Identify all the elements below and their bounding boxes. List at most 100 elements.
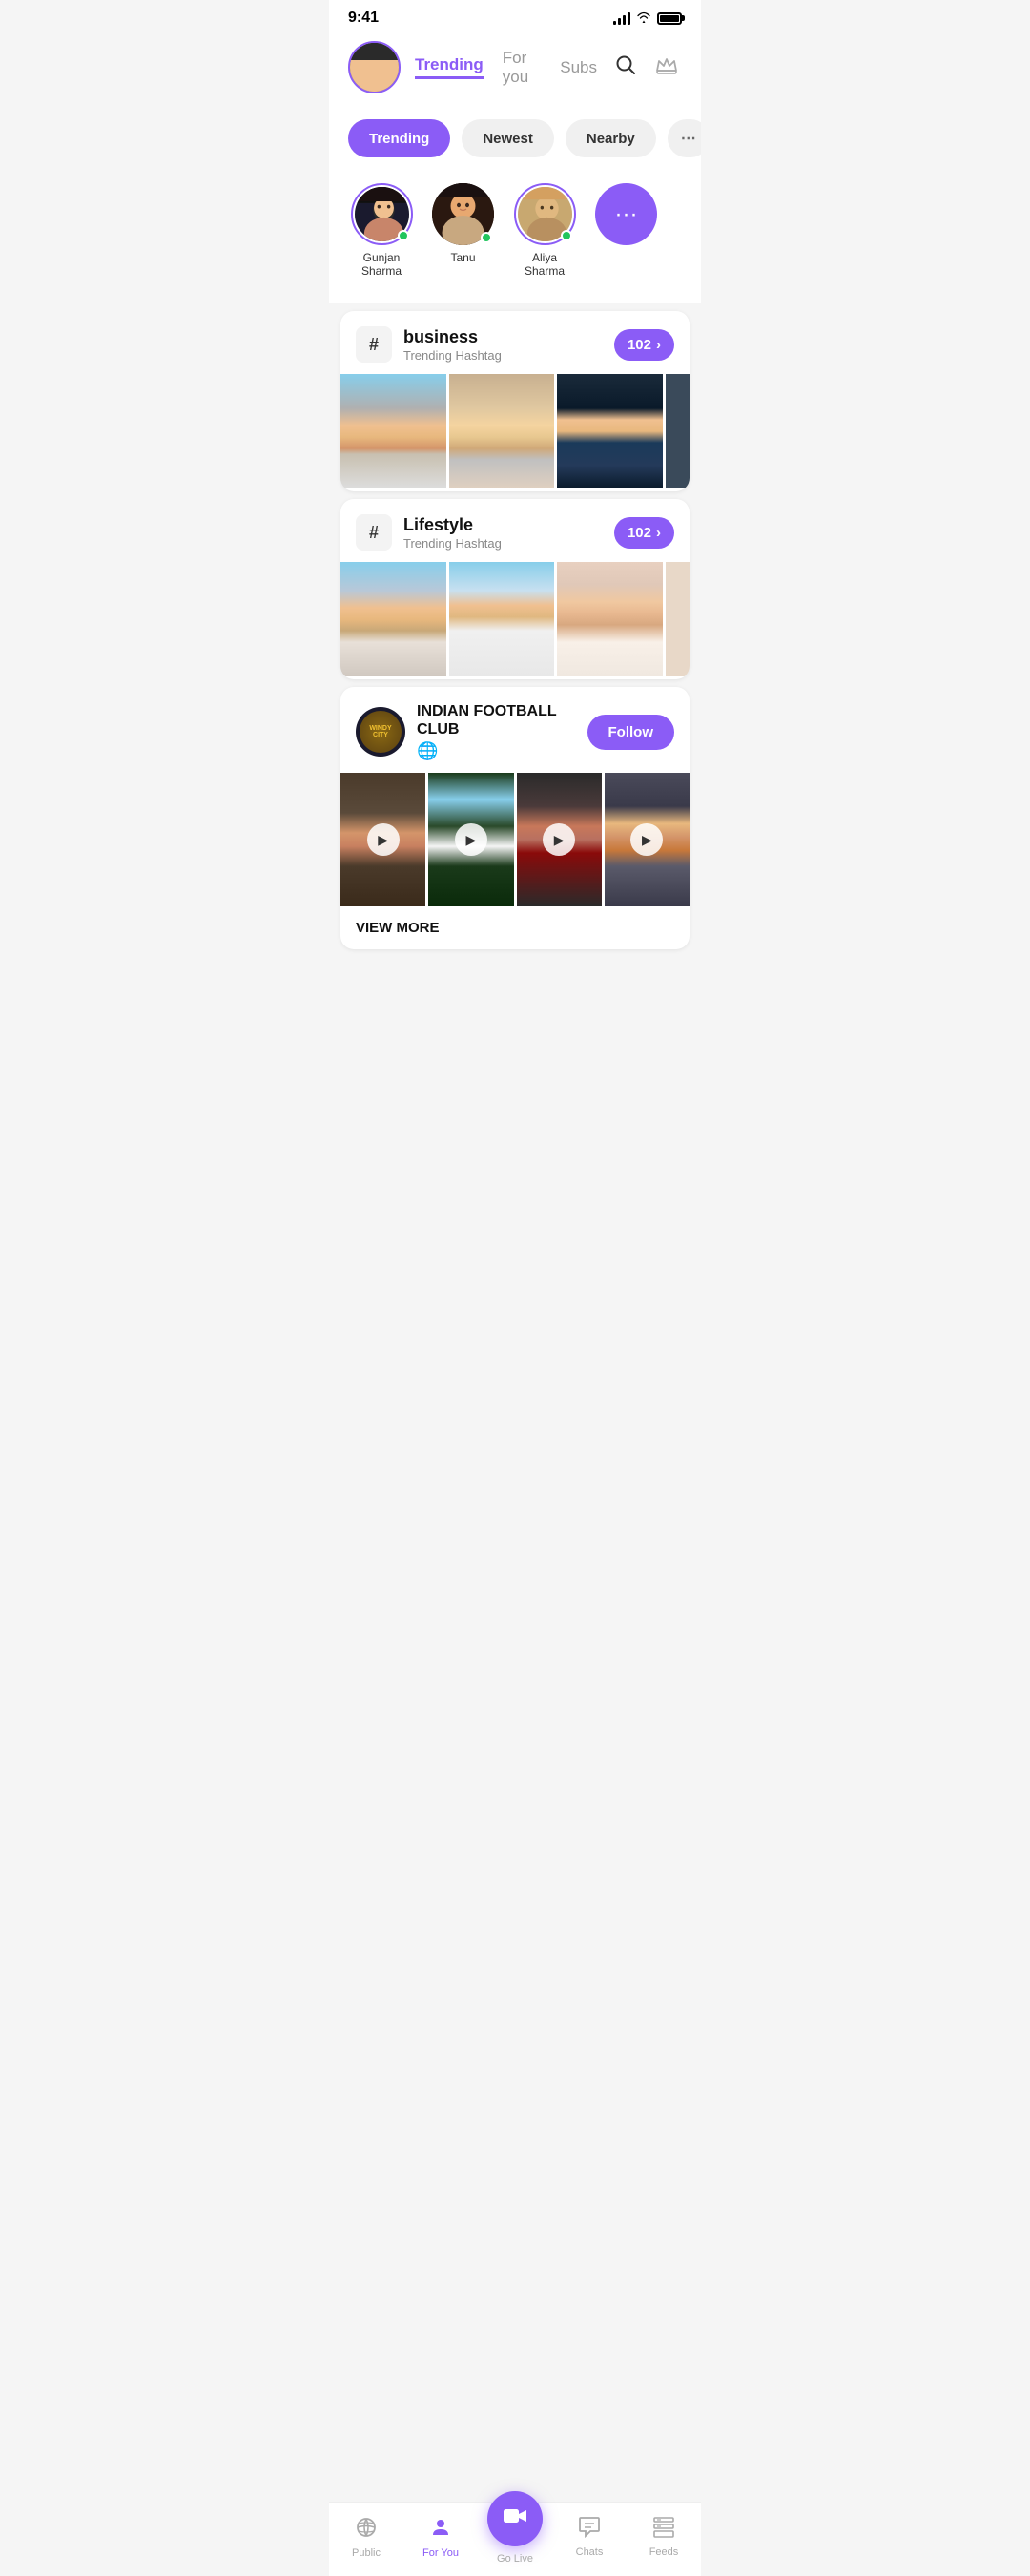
story-avatar-container-2 [432,183,494,245]
club-video-2[interactable]: ▶ [428,773,513,906]
club-name: INDIAN FOOTBALL CLUB [417,702,587,738]
hashtag-business-photos [340,374,690,491]
nav-chats[interactable]: Chats [561,2517,618,2558]
online-dot-1 [398,230,409,241]
view-more-button[interactable]: VIEW MORE [356,920,440,936]
more-label: ... [621,251,630,264]
business-photo-3[interactable] [557,374,663,488]
lifestyle-photo-2[interactable] [449,562,555,676]
follow-button[interactable]: Follow [587,715,675,750]
play-button-2[interactable]: ▶ [455,823,487,856]
nav-feeds-label: Feeds [649,2546,679,2558]
tab-subs[interactable]: Subs [560,58,597,77]
hashtag-lifestyle-count[interactable]: 102 › [614,517,674,549]
club-video-grid: ▶ ▶ ▶ ▶ [340,773,690,906]
club-video-3[interactable]: ▶ [517,773,602,906]
club-section: WINDYcity INDIAN FOOTBALL CLUB 🌐 Follow … [340,687,690,949]
crown-button[interactable] [651,52,682,84]
hashtag-business-section: # business Trending Hashtag 102 › [340,311,690,491]
play-button-1[interactable]: ▶ [367,823,400,856]
club-video-1[interactable]: ▶ [340,773,425,906]
go-live-button[interactable] [487,2491,543,2546]
status-bar: 9:41 [329,0,701,31]
hashtag-lifestyle-tag: Lifestyle [403,515,502,535]
hashtag-business-left: # business Trending Hashtag [356,326,502,363]
nav-tabs: Trending For you Subs [415,49,597,87]
hashtag-business-header: # business Trending Hashtag 102 › [340,311,690,374]
user-avatar[interactable] [348,41,401,93]
feeds-icon [653,2517,674,2544]
hashtag-lifestyle-photos [340,562,690,679]
nav-go-live[interactable]: Go Live [486,2510,544,2565]
nav-go-live-label: Go Live [497,2553,533,2565]
hashtag-business-info: business Trending Hashtag [403,327,502,363]
story-name-1: Gunjan Sharma [348,251,415,278]
story-name-2: Tanu [450,251,475,264]
hashtag-business-subtext: Trending Hashtag [403,348,502,363]
club-logo: WINDYcity [356,707,405,757]
signal-icon [613,11,630,25]
story-item-1[interactable]: Gunjan Sharma [348,183,415,278]
more-stories-button[interactable]: ··· [595,183,657,245]
status-time: 9:41 [348,10,379,27]
view-more-row: VIEW MORE [340,906,690,949]
globe-icon: 🌐 [417,741,587,761]
hashtag-lifestyle-header: # Lifestyle Trending Hashtag 102 › [340,499,690,562]
hashtag-symbol-1: # [356,326,392,363]
header-actions [611,51,682,85]
business-photo-2[interactable] [449,374,555,488]
club-header: WINDYcity INDIAN FOOTBALL CLUB 🌐 Follow [340,687,690,773]
filter-tabs: Trending Newest Nearby ⋯ [329,108,701,169]
battery-icon [657,12,682,25]
tab-for-you[interactable]: For you [503,49,541,87]
wifi-icon [636,10,651,26]
lifestyle-photo-3[interactable] [557,562,663,676]
filter-trending[interactable]: Trending [348,119,450,157]
business-photo-4[interactable] [666,374,690,488]
filter-more[interactable]: ⋯ [668,119,701,157]
nav-public-label: Public [352,2547,381,2559]
lifestyle-photo-4[interactable] [666,562,690,676]
status-icons [613,10,682,26]
story-item-3[interactable]: Aliya Sharma [511,183,578,278]
club-logo-inner: WINDYcity [360,711,402,753]
bottom-nav: Public For You Go Live [329,2502,701,2576]
story-avatar-ring-1 [351,183,413,245]
club-logo-text: WINDYcity [369,725,391,739]
hashtag-symbol-2: # [356,514,392,551]
play-button-3[interactable]: ▶ [543,823,575,856]
search-button[interactable] [611,51,640,85]
story-item-2[interactable]: Tanu [432,183,494,278]
chevron-right-icon: › [656,337,661,353]
tab-trending[interactable]: Trending [415,55,484,79]
for-you-icon [429,2516,452,2545]
online-dot-3 [561,230,572,241]
lifestyle-photo-1[interactable] [340,562,446,676]
chats-icon [578,2517,601,2544]
story-avatar-ring-3 [514,183,576,245]
hashtag-lifestyle-left: # Lifestyle Trending Hashtag [356,514,502,551]
play-button-4[interactable]: ▶ [630,823,663,856]
stories-section: Gunjan Sharma [329,169,701,303]
nav-public[interactable]: Public [338,2516,395,2559]
hashtag-lifestyle-section: # Lifestyle Trending Hashtag 102 › [340,499,690,679]
club-video-4[interactable]: ▶ [605,773,690,906]
club-info: INDIAN FOOTBALL CLUB 🌐 [417,702,587,761]
hashtag-business-count[interactable]: 102 › [614,329,674,361]
camera-icon [503,2506,527,2531]
chevron-right-icon-2: › [656,525,661,541]
hashtag-business-tag: business [403,327,502,347]
filter-newest[interactable]: Newest [462,119,554,157]
stories-row: Gunjan Sharma [329,169,701,292]
business-photo-1[interactable] [340,374,446,488]
public-icon [355,2516,378,2545]
hashtag-lifestyle-subtext: Trending Hashtag [403,536,502,551]
nav-for-you[interactable]: For You [412,2516,469,2559]
filter-nearby[interactable]: Nearby [566,119,656,157]
online-dot-2 [481,232,492,243]
story-more-item[interactable]: ··· ... [595,183,657,278]
story-name-3: Aliya Sharma [511,251,578,278]
nav-chats-label: Chats [576,2546,604,2558]
nav-feeds[interactable]: Feeds [635,2517,692,2558]
nav-for-you-label: For You [422,2547,459,2559]
